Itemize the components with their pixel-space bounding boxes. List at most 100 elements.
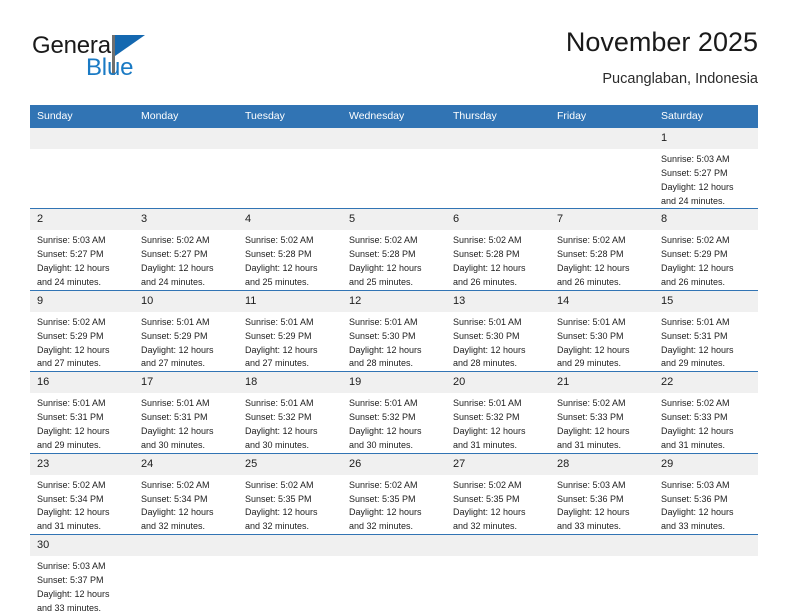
day-details: Sunrise: 5:01 AM Sunset: 5:31 PM Daylight:… <box>134 393 238 452</box>
calendar-day-cell[interactable]: 30 Sunrise: 5:03 AM Sunset: 5:37 PM Dayligh… <box>30 535 134 612</box>
calendar-day-cell[interactable]: 16 Sunrise: 5:01 AM Sunset: 5:31 PM Dayligh… <box>30 371 134 454</box>
sunset-text: Sunset: 5:30 PM <box>557 330 624 341</box>
day-number <box>342 128 446 149</box>
daylight-text-line2: and 29 minutes. <box>37 439 102 450</box>
calendar-day-cell[interactable]: 17 Sunrise: 5:01 AM Sunset: 5:31 PM Dayligh… <box>134 371 238 454</box>
day-number: 22 <box>654 372 758 394</box>
calendar-day-cell[interactable]: 6 Sunrise: 5:02 AM Sunset: 5:28 PM Daylight… <box>446 208 550 291</box>
sunrise-text: Sunrise: 5:03 AM <box>661 154 730 164</box>
day-details: Sunrise: 5:01 AM Sunset: 5:31 PM Daylight:… <box>654 312 758 371</box>
calendar-day-cell[interactable]: 5 Sunrise: 5:02 AM Sunset: 5:28 PM Daylight… <box>342 208 446 291</box>
sunrise-text: Sunrise: 5:01 AM <box>661 316 730 327</box>
daylight-text-line1: Daylight: 12 hours <box>349 263 422 274</box>
calendar-day-cell[interactable]: 7 Sunrise: 5:02 AM Sunset: 5:28 PM Daylight… <box>550 208 654 291</box>
daylight-text-line2: and 26 minutes. <box>557 277 622 288</box>
day-number: 19 <box>342 372 446 394</box>
day-details: Sunrise: 5:01 AM Sunset: 5:29 PM Daylight:… <box>134 312 238 371</box>
calendar-page: General Blue November 2025 Pucanglaban, … <box>0 0 792 612</box>
day-number: 12 <box>342 290 446 312</box>
calendar-day-cell[interactable]: 10 Sunrise: 5:01 AM Sunset: 5:29 PM Dayligh… <box>134 290 238 373</box>
daylight-text-line1: Daylight: 12 hours <box>349 507 422 518</box>
calendar-day-cell[interactable]: 19 Sunrise: 5:01 AM Sunset: 5:32 PM Dayligh… <box>342 371 446 454</box>
sunset-text: Sunset: 5:29 PM <box>141 330 208 341</box>
day-number <box>342 535 446 557</box>
daylight-text-line1: Daylight: 12 hours <box>141 507 214 518</box>
daylight-text-line1: Daylight: 12 hours <box>661 426 734 437</box>
day-details: Sunrise: 5:01 AM Sunset: 5:30 PM Daylight:… <box>342 312 446 371</box>
day-number: 28 <box>550 453 654 475</box>
day-number: 8 <box>654 209 758 231</box>
day-number <box>238 535 342 557</box>
sunrise-text: Sunrise: 5:02 AM <box>349 235 418 246</box>
day-number: 21 <box>550 372 654 394</box>
calendar-day-cell[interactable]: 8 Sunrise: 5:02 AM Sunset: 5:29 PM Daylight… <box>654 208 758 291</box>
calendar-day-cell[interactable]: 18 Sunrise: 5:01 AM Sunset: 5:32 PM Dayligh… <box>238 371 342 454</box>
calendar-day-cell[interactable]: 26 Sunrise: 5:02 AM Sunset: 5:35 PM Dayligh… <box>342 453 446 536</box>
daylight-text-line1: Daylight: 12 hours <box>37 263 110 274</box>
calendar-day-cell[interactable]: 20 Sunrise: 5:01 AM Sunset: 5:32 PM Dayligh… <box>446 371 550 454</box>
brand-logo[interactable]: General Blue <box>32 34 232 92</box>
sunrise-text: Sunrise: 5:02 AM <box>245 479 314 490</box>
day-details: Sunrise: 5:01 AM Sunset: 5:31 PM Daylight:… <box>30 393 134 452</box>
page-header: General Blue November 2025 Pucanglaban, … <box>30 27 758 100</box>
calendar-day-cell[interactable]: 1 Sunrise: 5:03 AM Sunset: 5:27 PM Daylight… <box>654 128 758 210</box>
calendar-day-cell[interactable]: 9 Sunrise: 5:02 AM Sunset: 5:29 PM Daylight… <box>30 290 134 373</box>
calendar-table: Sunday Monday Tuesday Wednesday Thursday… <box>30 105 758 612</box>
day-details: Sunrise: 5:02 AM Sunset: 5:29 PM Daylight:… <box>30 312 134 371</box>
calendar-day-cell-empty <box>342 128 446 210</box>
calendar-day-cell-empty <box>238 128 342 210</box>
calendar-day-cell[interactable]: 24 Sunrise: 5:02 AM Sunset: 5:34 PM Dayligh… <box>134 453 238 536</box>
daylight-text-line2: and 29 minutes. <box>557 358 622 369</box>
sunset-text: Sunset: 5:30 PM <box>453 330 520 341</box>
day-details: Sunrise: 5:03 AM Sunset: 5:27 PM Daylight:… <box>30 230 134 289</box>
sunrise-text: Sunrise: 5:02 AM <box>453 235 522 246</box>
calendar-day-cell[interactable]: 28 Sunrise: 5:03 AM Sunset: 5:36 PM Dayligh… <box>550 453 654 536</box>
sunrise-text: Sunrise: 5:01 AM <box>37 398 106 409</box>
sunset-text: Sunset: 5:34 PM <box>141 493 208 504</box>
calendar-day-cell[interactable]: 4 Sunrise: 5:02 AM Sunset: 5:28 PM Daylight… <box>238 208 342 291</box>
calendar-day-cell[interactable]: 27 Sunrise: 5:02 AM Sunset: 5:35 PM Dayligh… <box>446 453 550 536</box>
calendar-day-cell[interactable]: 23 Sunrise: 5:02 AM Sunset: 5:34 PM Dayligh… <box>30 453 134 536</box>
calendar-day-cell[interactable]: 14 Sunrise: 5:01 AM Sunset: 5:30 PM Dayligh… <box>550 290 654 373</box>
calendar-day-cell[interactable]: 22 Sunrise: 5:02 AM Sunset: 5:33 PM Dayligh… <box>654 371 758 454</box>
daylight-text-line1: Daylight: 12 hours <box>453 344 526 355</box>
daylight-text-line2: and 25 minutes. <box>245 277 310 288</box>
daylight-text-line2: and 24 minutes. <box>37 277 102 288</box>
sunrise-text: Sunrise: 5:02 AM <box>557 235 626 246</box>
calendar-day-cell[interactable]: 25 Sunrise: 5:02 AM Sunset: 5:35 PM Dayligh… <box>238 453 342 536</box>
calendar-day-cell[interactable]: 21 Sunrise: 5:02 AM Sunset: 5:33 PM Dayligh… <box>550 371 654 454</box>
daylight-text-line2: and 26 minutes. <box>453 277 518 288</box>
day-details: Sunrise: 5:03 AM Sunset: 5:36 PM Daylight:… <box>550 475 654 534</box>
sunrise-text: Sunrise: 5:02 AM <box>661 398 730 409</box>
day-details: Sunrise: 5:02 AM Sunset: 5:28 PM Daylight:… <box>238 230 342 289</box>
day-number <box>550 535 654 557</box>
calendar-day-cell[interactable]: 15 Sunrise: 5:01 AM Sunset: 5:31 PM Dayligh… <box>654 290 758 373</box>
day-number: 2 <box>30 209 134 231</box>
calendar-day-cell[interactable]: 3 Sunrise: 5:02 AM Sunset: 5:27 PM Daylight… <box>134 208 238 291</box>
day-details: Sunrise: 5:02 AM Sunset: 5:35 PM Daylight:… <box>342 475 446 534</box>
sunrise-text: Sunrise: 5:03 AM <box>557 479 626 490</box>
sunset-text: Sunset: 5:34 PM <box>37 493 104 504</box>
sunrise-text: Sunrise: 5:02 AM <box>141 479 210 490</box>
day-number: 3 <box>134 209 238 231</box>
sunrise-text: Sunrise: 5:02 AM <box>349 479 418 490</box>
brand-name-blue: Blue <box>86 54 134 81</box>
calendar-day-cell[interactable]: 2 Sunrise: 5:03 AM Sunset: 5:27 PM Daylight… <box>30 208 134 291</box>
day-details: Sunrise: 5:02 AM Sunset: 5:35 PM Daylight:… <box>238 475 342 534</box>
day-details: Sunrise: 5:01 AM Sunset: 5:32 PM Daylight:… <box>238 393 342 452</box>
day-details: Sunrise: 5:03 AM Sunset: 5:37 PM Daylight:… <box>30 556 134 612</box>
sunset-text: Sunset: 5:27 PM <box>141 249 208 260</box>
daylight-text-line2: and 32 minutes. <box>141 521 206 532</box>
sunrise-text: Sunrise: 5:02 AM <box>37 479 106 490</box>
day-number: 11 <box>238 290 342 312</box>
weekday-header-saturday: Saturday <box>654 105 758 128</box>
calendar-day-cell[interactable]: 12 Sunrise: 5:01 AM Sunset: 5:30 PM Dayligh… <box>342 290 446 373</box>
daylight-text-line1: Daylight: 12 hours <box>453 263 526 274</box>
calendar-day-cell[interactable]: 11 Sunrise: 5:01 AM Sunset: 5:29 PM Dayligh… <box>238 290 342 373</box>
sunrise-text: Sunrise: 5:02 AM <box>141 235 210 246</box>
calendar-day-cell[interactable]: 13 Sunrise: 5:01 AM Sunset: 5:30 PM Dayligh… <box>446 290 550 373</box>
sunset-text: Sunset: 5:36 PM <box>661 493 728 504</box>
calendar-day-cell[interactable]: 29 Sunrise: 5:03 AM Sunset: 5:36 PM Dayligh… <box>654 453 758 536</box>
daylight-text-line2: and 33 minutes. <box>661 521 726 532</box>
calendar-week-row: 30 Sunrise: 5:03 AM Sunset: 5:37 PM Dayligh… <box>30 535 758 612</box>
